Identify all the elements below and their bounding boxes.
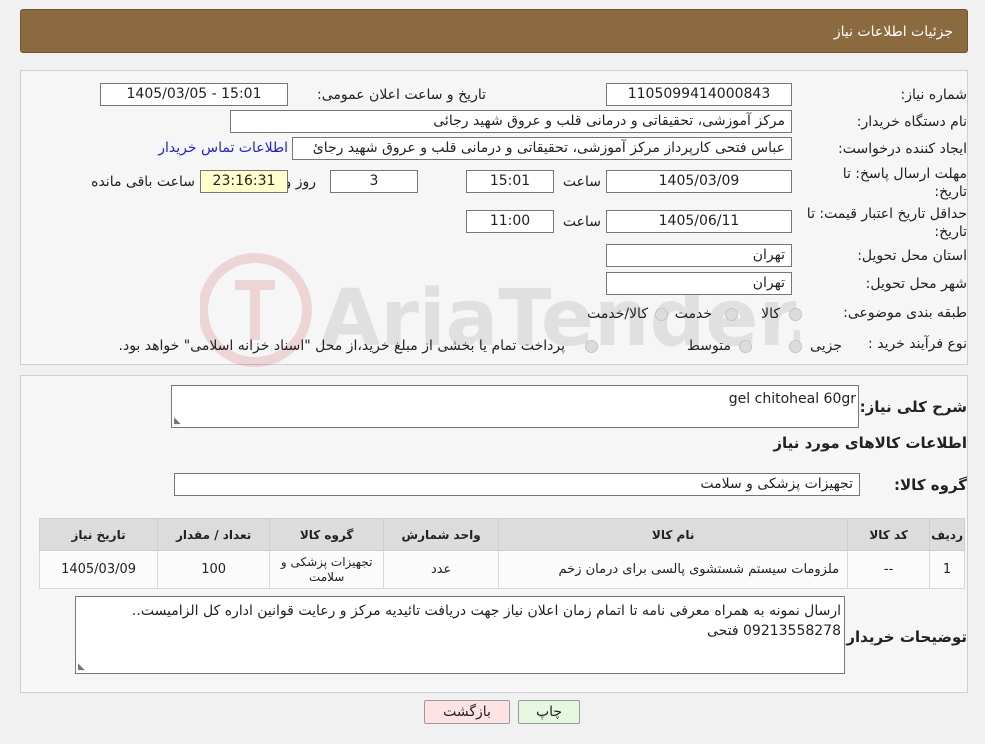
remaining-time-field: 23:16:31 [200,170,288,193]
th-name: نام کالا [498,518,849,551]
validity-date-field: 1405/06/11 [606,210,792,233]
th-row: ردیف [929,518,965,551]
back-button[interactable]: بازگشت [424,700,510,724]
category-radio-goods[interactable] [789,308,802,321]
category-option-goods-service: کالا/خدمت [587,306,648,322]
deadline-time-label: ساعت [562,174,601,190]
category-radio-service[interactable] [725,308,738,321]
days-label: روز و [284,174,317,190]
page-title: جزئیات اطلاعات نیاز [833,24,953,40]
process-option-minor: جزیی [810,338,842,354]
items-section-title: اطلاعات کالاهای مورد نیاز [773,434,967,452]
creator-field: عباس فتحی کارپرداز مرکز آموزشی، تحقیقاتی… [292,137,792,160]
buyer-notes-text: ارسال نمونه به همراه معرفی نامه تا اتمام… [131,603,841,639]
deadline-label-date: تاریخ: [934,184,967,200]
group-field: تجهیزات پزشکی و سلامت [174,473,860,496]
print-button[interactable]: چاپ [518,700,580,724]
process-radio-medium[interactable] [739,340,752,353]
category-option-service: خدمت [674,306,712,322]
province-field: تهران [606,244,792,267]
table-row: 1 -- ملزومات سیستم شستشوی پالسی برای درم… [38,550,965,589]
summary-text: gel chitoheal 60gr [728,391,856,407]
process-radio-treasury[interactable] [585,340,598,353]
cell-unit: عدد [383,550,500,589]
th-date: تاریخ نیاز [38,518,159,551]
group-label: گروه کالا: [894,476,967,494]
announce-label: تاریخ و ساعت اعلان عمومی: [317,87,486,103]
th-qty: تعداد / مقدار [157,518,271,551]
buyer-label: نام دستگاه خریدار: [856,114,967,130]
validity-time-field: 11:00 [466,210,554,233]
th-group: گروه کالا [269,518,385,551]
buyer-contact-link[interactable]: اطلاعات تماس خریدار [158,140,288,156]
cell-date: 1405/03/09 [38,550,159,589]
table-header-row: ردیف کد کالا نام کالا واحد شمارش گروه کا… [38,518,965,551]
items-table: ردیف کد کالا نام کالا واحد شمارش گروه کا… [38,518,965,589]
cell-code: -- [847,550,931,589]
cell-row: 1 [929,550,965,589]
cell-qty: 100 [157,550,271,589]
summary-textarea: gel chitoheal 60gr ◢ [171,385,859,428]
creator-label: ایجاد کننده درخواست: [838,141,967,157]
cell-name: ملزومات سیستم شستشوی پالسی برای درمان زخ… [498,550,849,589]
category-option-goods: کالا [761,306,780,322]
category-label: طبقه بندی موضوعی: [843,305,967,321]
need-number-label: شماره نیاز: [900,87,968,103]
deadline-time-field: 15:01 [466,170,554,193]
buyer-field: مرکز آموزشی، تحقیقاتی و درمانی قلب و عرو… [230,110,792,133]
announce-datetime-field: 1405/03/05 - 15:01 [100,83,288,106]
validity-label-date: تاریخ: [934,224,967,240]
process-option-medium: متوسط [687,338,731,354]
process-note: پرداخت تمام یا بخشی از مبلغ خرید،از محل … [118,338,565,354]
page-header: جزئیات اطلاعات نیاز [20,9,968,53]
city-field: تهران [606,272,792,295]
cell-group: تجهیزات پزشکی و سلامت [269,550,385,589]
deadline-date-field: 1405/03/09 [606,170,792,193]
city-label: شهر محل تحویل: [865,276,967,292]
th-unit: واحد شمارش [383,518,500,551]
buyer-notes-textarea: ارسال نمونه به همراه معرفی نامه تا اتمام… [75,596,845,674]
summary-label: شرح کلی نیاز: [859,398,967,416]
buyer-notes-label: توضیحات خریدار: [840,628,967,646]
validity-label: حداقل تاریخ اعتبار قیمت: تا [806,206,967,222]
days-field: 3 [330,170,418,193]
process-label: نوع فرآیند خرید : [868,336,967,352]
resize-handle-icon[interactable]: ◢ [78,662,85,672]
need-number-field: 1105099414000843 [606,83,792,106]
remaining-label: ساعت باقی مانده [91,174,195,190]
th-code: کد کالا [847,518,931,551]
deadline-label: مهلت ارسال پاسخ: تا [842,166,967,182]
validity-time-label: ساعت [562,214,601,230]
category-radio-goods-service[interactable] [655,308,668,321]
province-label: استان محل تحویل: [857,248,967,264]
resize-handle-icon[interactable]: ◢ [174,416,181,426]
process-radio-minor[interactable] [789,340,802,353]
